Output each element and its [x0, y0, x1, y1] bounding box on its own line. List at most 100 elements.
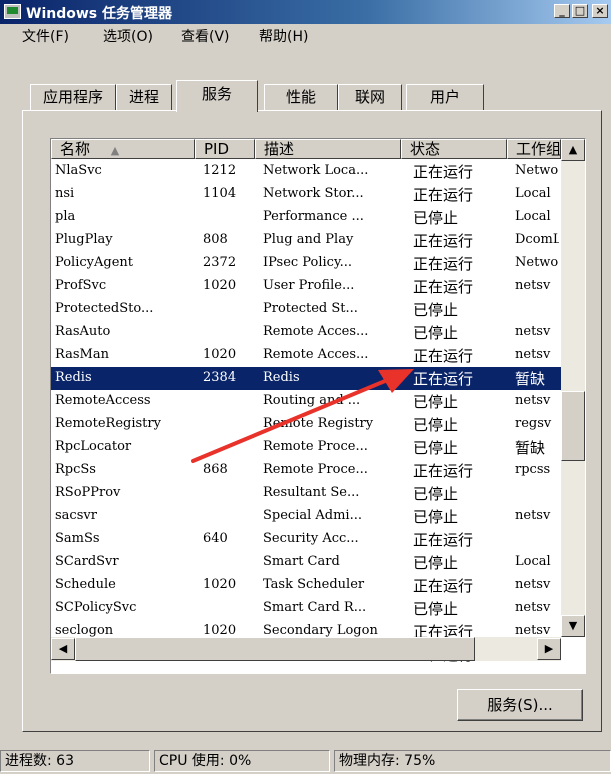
service-status: 已停止 [413, 324, 459, 342]
service-pid: 808 [203, 232, 228, 247]
service-pid: 868 [203, 462, 228, 477]
column-name[interactable]: 名称 ▲ [51, 139, 195, 159]
service-name: RasAuto [55, 324, 111, 339]
tab-processes[interactable]: 进程 [116, 84, 172, 110]
service-description: User Profile... [263, 278, 355, 293]
table-row[interactable]: pla Performance ... 已停止 Local [51, 206, 561, 229]
service-group: netsv [515, 600, 551, 615]
service-group: netsv [515, 623, 551, 638]
column-status[interactable]: 状态 [401, 139, 507, 159]
service-description: Special Admi... [263, 508, 362, 523]
services-list[interactable]: 名称 ▲ PID 描述 状态 工作组 NlaSvc 1212 Network Loc… [50, 138, 586, 674]
service-group: netsv [515, 324, 551, 339]
service-group: Local [515, 554, 551, 569]
service-group: Local [515, 186, 551, 201]
table-row[interactable]: PlugPlay 808 Plug and Play 正在运行 DcomL [51, 229, 561, 252]
column-group[interactable]: 工作组 [507, 139, 561, 159]
service-status: 正在运行 [413, 370, 474, 388]
service-description: Security Acc... [263, 531, 359, 546]
table-row[interactable]: Redis 2384 Redis 正在运行 暂缺 [51, 367, 561, 390]
service-description: Performance ... [263, 209, 364, 224]
service-status: 正在运行 [413, 278, 474, 296]
service-description: Remote Proce... [263, 439, 368, 454]
service-name: RSoPProv [55, 485, 121, 500]
service-group: DcomL [515, 232, 559, 247]
tab-services[interactable]: 服务 [176, 80, 258, 112]
service-description: Remote Proce... [263, 462, 368, 477]
menu-options[interactable]: 选项(O) [103, 26, 153, 46]
title-bar[interactable]: Windows 任务管理器 _ □ × [0, 0, 611, 24]
table-row[interactable]: PolicyAgent 2372 IPsec Policy... 正在运行 Netwo [51, 252, 561, 275]
horizontal-scroll-thumb[interactable] [75, 637, 475, 661]
sort-ascending-icon: ▲ [110, 144, 120, 157]
service-group: netsv [515, 393, 551, 408]
menu-file[interactable]: 文件(F) [22, 26, 69, 46]
column-description[interactable]: 描述 [255, 139, 401, 159]
maximize-button[interactable]: □ [572, 4, 588, 18]
menu-help[interactable]: 帮助(H) [259, 26, 308, 46]
service-status: 正在运行 [413, 531, 474, 549]
scroll-right-icon[interactable]: ▶ [537, 638, 561, 660]
service-status: 已停止 [413, 554, 459, 572]
service-description: Plug and Play [263, 232, 354, 247]
service-description: Smart Card [263, 554, 340, 569]
menu-view[interactable]: 查看(V) [181, 26, 230, 46]
service-description: Network Loca... [263, 163, 369, 178]
service-group: netsv [515, 577, 551, 592]
service-status: 已停止 [413, 485, 459, 503]
service-status: 已停止 [413, 301, 459, 319]
table-row[interactable]: RemoteAccess Routing and ... 已停止 netsv [51, 390, 561, 413]
table-row[interactable]: RasMan 1020 Remote Acces... 正在运行 netsv [51, 344, 561, 367]
tab-networking[interactable]: 联网 [338, 84, 402, 110]
service-name: Redis [55, 370, 92, 385]
table-row[interactable]: sacsvr Special Admi... 已停止 netsv [51, 505, 561, 528]
service-group: Netwo [515, 255, 559, 270]
service-description: Resultant Se... [263, 485, 360, 500]
table-row[interactable]: Schedule 1020 Task Scheduler 正在运行 netsv [51, 574, 561, 597]
minimize-button[interactable]: _ [554, 4, 570, 18]
table-row[interactable]: ProtectedSto... Protected St... 已停止 [51, 298, 561, 321]
table-row[interactable]: ProfSvc 1020 User Profile... 正在运行 netsv [51, 275, 561, 298]
table-row[interactable]: RSoPProv Resultant Se... 已停止 [51, 482, 561, 505]
service-pid: 1212 [203, 163, 237, 178]
horizontal-scrollbar[interactable]: ◀ ▶ [51, 637, 561, 661]
table-row[interactable]: RpcLocator Remote Proce... 已停止 暂缺 [51, 436, 561, 459]
service-description: Routing and ... [263, 393, 361, 408]
tab-applications[interactable]: 应用程序 [30, 84, 116, 110]
service-description: Remote Acces... [263, 347, 369, 362]
service-name: SamSs [55, 531, 100, 546]
service-status: 正在运行 [413, 163, 474, 181]
service-name: seclogon [55, 623, 114, 638]
table-row[interactable]: SCardSvr Smart Card 已停止 Local [51, 551, 561, 574]
service-status: 正在运行 [413, 232, 474, 250]
service-name: nsi [55, 186, 75, 201]
vertical-scrollbar[interactable]: ▲ ▼ [561, 139, 585, 637]
service-description: Protected St... [263, 301, 358, 316]
table-row[interactable]: NlaSvc 1212 Network Loca... 正在运行 Netwo [51, 160, 561, 183]
table-row[interactable]: SamSs 640 Security Acc... 正在运行 [51, 528, 561, 551]
scroll-left-icon[interactable]: ◀ [51, 638, 75, 660]
menu-bar: 文件(F) 选项(O) 查看(V) 帮助(H) [0, 24, 611, 46]
service-pid: 2384 [203, 370, 237, 385]
service-status: 已停止 [413, 600, 459, 618]
table-row[interactable]: RemoteRegistry Remote Registry 已停止 regsv [51, 413, 561, 436]
service-status: 正在运行 [413, 347, 474, 365]
table-row[interactable]: RasAuto Remote Acces... 已停止 netsv [51, 321, 561, 344]
table-row[interactable]: RpcSs 868 Remote Proce... 正在运行 rpcss [51, 459, 561, 482]
table-row[interactable]: nsi 1104 Network Stor... 正在运行 Local [51, 183, 561, 206]
column-pid[interactable]: PID [195, 139, 255, 159]
tab-performance[interactable]: 性能 [264, 84, 338, 110]
service-name: RemoteAccess [55, 393, 151, 408]
service-name: pla [55, 209, 76, 224]
close-button[interactable]: × [592, 4, 608, 18]
service-group: 暂缺 [515, 370, 546, 388]
table-row[interactable]: SCPolicySvc Smart Card R... 已停止 netsv [51, 597, 561, 620]
service-description: Remote Acces... [263, 324, 369, 339]
scroll-down-icon[interactable]: ▼ [561, 615, 585, 637]
vertical-scroll-thumb[interactable] [561, 391, 585, 461]
services-button[interactable]: 服务(S)... [457, 689, 583, 721]
service-group: netsv [515, 508, 551, 523]
scroll-up-icon[interactable]: ▲ [561, 139, 585, 161]
service-description: Task Scheduler [263, 577, 365, 592]
tab-users[interactable]: 用户 [406, 84, 484, 110]
